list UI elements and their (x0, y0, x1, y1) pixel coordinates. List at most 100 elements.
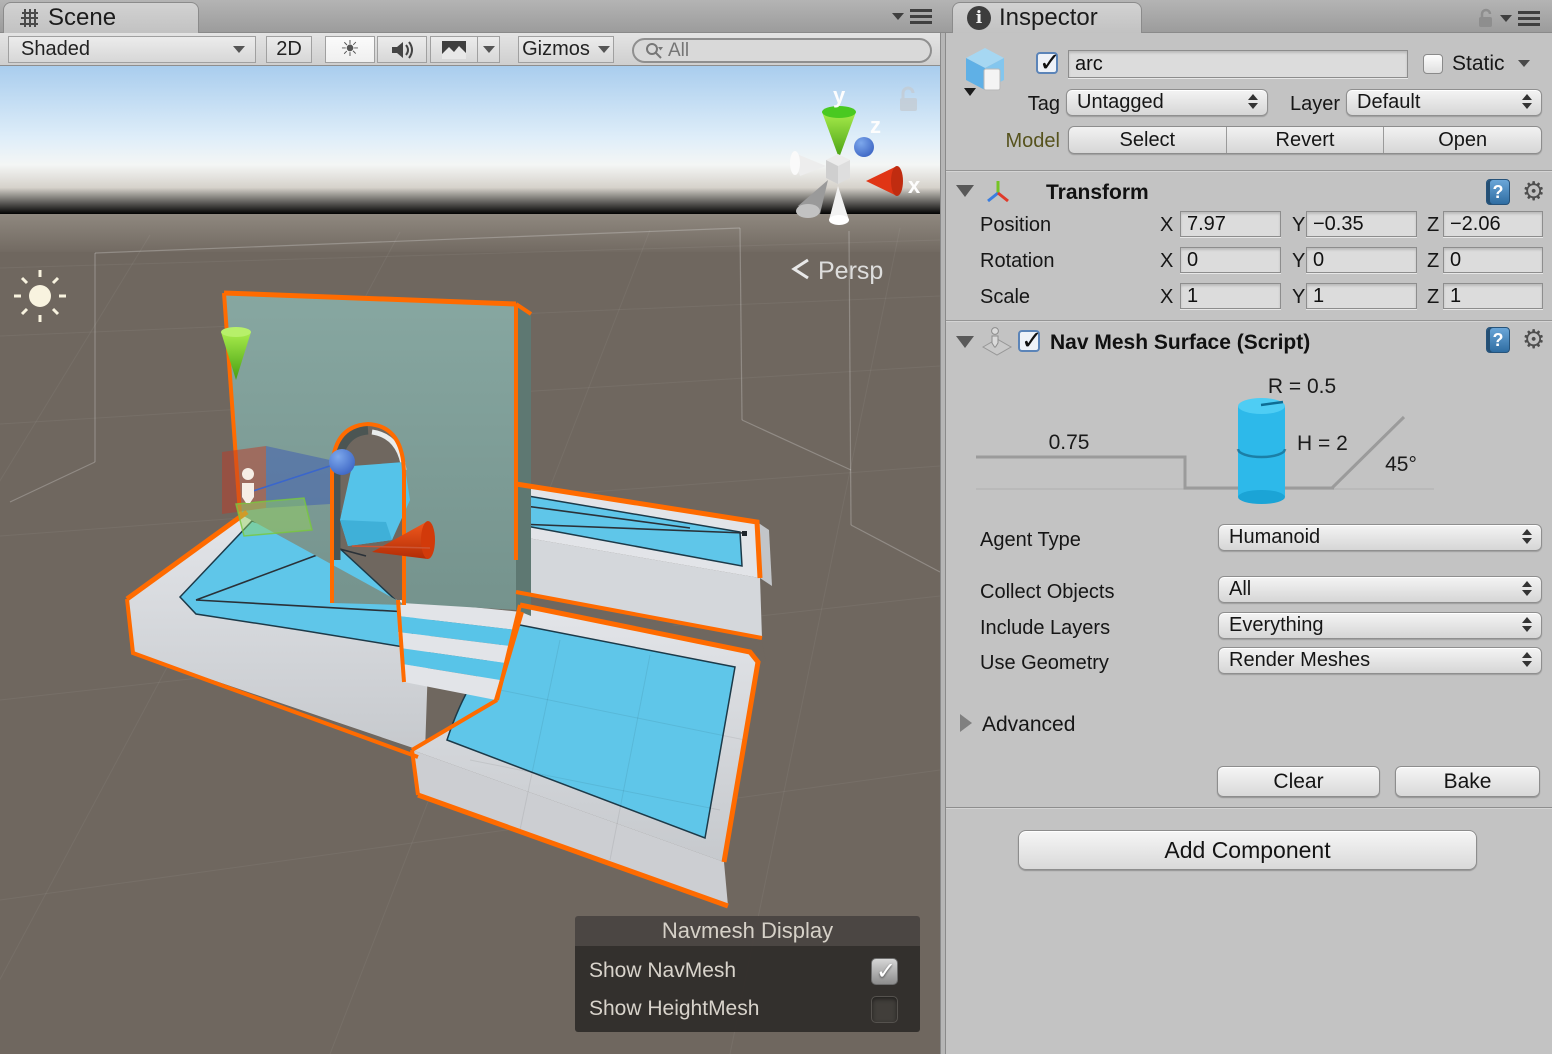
toggle-2d-button[interactable]: 2D (266, 36, 312, 63)
lighting-toggle-button[interactable]: ☀ (325, 36, 375, 63)
navmesh-title: Nav Mesh Surface (Script) (1050, 331, 1311, 354)
collect-objects-dropdown[interactable]: All (1218, 576, 1542, 603)
show-heightmesh-checkbox[interactable]: ✓ (871, 995, 898, 1023)
agent-height-label: H = 2 (1297, 432, 1348, 455)
gizmos-label: Gizmos (522, 38, 590, 60)
tab-inspector[interactable]: i Inspector (952, 2, 1142, 33)
tag-dropdown[interactable]: Untagged (1066, 89, 1268, 116)
bake-button[interactable]: Bake (1395, 766, 1540, 797)
image-icon (442, 40, 466, 59)
gear-icon[interactable]: ⚙ (1522, 177, 1545, 207)
scene-viewport[interactable]: y z x Persp Navmesh Display Show NavMesh… (0, 66, 1151, 1054)
static-checkbox[interactable]: ✓ (1423, 54, 1443, 74)
advanced-foldout[interactable] (960, 714, 972, 732)
rotation-label: Rotation (980, 250, 1055, 272)
x-axis-label: X (1160, 214, 1174, 236)
axis-x-label: x (908, 173, 921, 198)
radius-label: R = 0.5 (1268, 375, 1336, 398)
tab-scene[interactable]: Scene (3, 2, 199, 33)
popup-arrows-icon (1522, 617, 1532, 632)
slope-label: 45° (1385, 453, 1417, 476)
popup-arrows-icon (1522, 581, 1532, 596)
agent-type-value: Humanoid (1229, 526, 1321, 548)
model-revert-button[interactable]: Revert (1225, 127, 1384, 153)
scale-x-field[interactable] (1180, 283, 1281, 309)
static-dropdown-icon[interactable] (1518, 60, 1530, 67)
agent-type-dropdown[interactable]: Humanoid (1218, 524, 1542, 551)
layer-value: Default (1357, 91, 1421, 113)
search-input[interactable] (668, 39, 888, 62)
pane-dropdown-icon[interactable] (1500, 14, 1512, 22)
use-geometry-dropdown[interactable]: Render Meshes (1218, 647, 1542, 674)
agent-type-label: Agent Type (980, 529, 1081, 551)
layer-label: Layer (1289, 93, 1340, 115)
model-prefab-icon[interactable] (958, 42, 1014, 98)
scale-z-field[interactable] (1443, 283, 1543, 309)
scene-panel: Scene Shaded 2D ☀ Gizmos All y z x Persp… (0, 0, 1151, 1054)
gizmos-dropdown[interactable]: Gizmos (518, 36, 614, 63)
check-icon: ✓ (876, 956, 897, 985)
model-label: Model (1005, 130, 1060, 152)
inspector-panel: i Inspector ✓ arc Static Tag Untagged La… (946, 0, 1552, 1054)
position-z-field[interactable] (1443, 211, 1543, 237)
audio-toggle-button[interactable] (377, 36, 427, 63)
popup-arrows-icon (1522, 94, 1532, 109)
pane-dropdown-icon[interactable] (892, 12, 904, 20)
scene-toolbar: Shaded 2D ☀ Gizmos All (0, 33, 946, 66)
position-y-field[interactable] (1306, 211, 1417, 237)
sphere-gizmo[interactable] (329, 449, 355, 475)
axis-y-label: y (833, 83, 846, 108)
effects-dropdown[interactable] (477, 36, 500, 63)
chevron-down-icon (482, 46, 495, 53)
scene-render: y z x Persp (0, 66, 1151, 1054)
help-icon[interactable]: ? (1486, 327, 1510, 353)
agent-settings-diagram: R = 0.5 0.75 H = 2 45° (976, 375, 1434, 504)
inspector-tab-label: Inspector (999, 4, 1098, 31)
lock-icon[interactable] (1477, 8, 1494, 28)
step-height-label: 0.75 (1049, 431, 1090, 454)
check-icon: ✓ (1021, 326, 1043, 356)
search-icon (646, 42, 663, 59)
navmesh-display-overlay: Navmesh Display Show NavMesh ✓ Show Heig… (575, 916, 920, 1032)
navmesh-foldout[interactable] (956, 336, 974, 348)
include-layers-dropdown[interactable]: Everything (1218, 612, 1542, 639)
effects-toggle-button[interactable] (430, 36, 478, 63)
shading-mode-dropdown[interactable]: Shaded (8, 36, 256, 63)
layer-dropdown[interactable]: Default (1346, 89, 1542, 116)
model-open-button[interactable]: Open (1383, 127, 1541, 153)
navmesh-enabled-checkbox[interactable]: ✓ (1018, 326, 1043, 356)
rotation-x-field[interactable] (1180, 247, 1281, 273)
static-label: Static (1452, 52, 1505, 75)
active-checkbox[interactable]: ✓ (1036, 48, 1061, 78)
collect-objects-value: All (1229, 578, 1252, 600)
rotation-y-field[interactable] (1306, 247, 1417, 273)
scale-y-field[interactable] (1306, 283, 1417, 309)
model-select-button[interactable]: Select (1069, 127, 1226, 153)
info-icon: i (967, 6, 991, 30)
add-component-button[interactable]: Add Component (1018, 830, 1477, 870)
include-layers-value: Everything (1229, 614, 1324, 636)
axis-z-handle (854, 137, 874, 157)
show-navmesh-label: Show NavMesh (589, 959, 737, 982)
gameobject-name-field[interactable] (1068, 50, 1408, 78)
help-icon[interactable]: ? (1486, 179, 1510, 205)
y-axis-label: Y (1292, 250, 1306, 272)
show-navmesh-row: Show NavMesh ✓ (589, 952, 906, 990)
scene-search-field[interactable] (632, 38, 932, 63)
sun-icon: ☀ (340, 37, 360, 62)
clear-button[interactable]: Clear (1217, 766, 1380, 797)
pane-menu-icon[interactable] (1518, 10, 1540, 26)
gear-icon[interactable]: ⚙ (1522, 325, 1545, 355)
position-x-field[interactable] (1180, 211, 1281, 237)
show-navmesh-checkbox[interactable]: ✓ (871, 956, 898, 985)
transform-foldout[interactable] (956, 185, 974, 197)
unity-editor-window: Scene Shaded 2D ☀ Gizmos All y z x Persp… (0, 0, 1552, 1054)
axis-z-label: z (870, 113, 881, 138)
pane-menu-icon[interactable] (910, 8, 932, 24)
collect-objects-label: Collect Objects (980, 581, 1115, 603)
scene-tabbar: Scene (0, 0, 946, 33)
chevron-down-icon (597, 46, 610, 53)
rotation-z-field[interactable] (1443, 247, 1543, 273)
tag-value: Untagged (1077, 91, 1164, 113)
popup-arrows-icon (1248, 94, 1258, 109)
